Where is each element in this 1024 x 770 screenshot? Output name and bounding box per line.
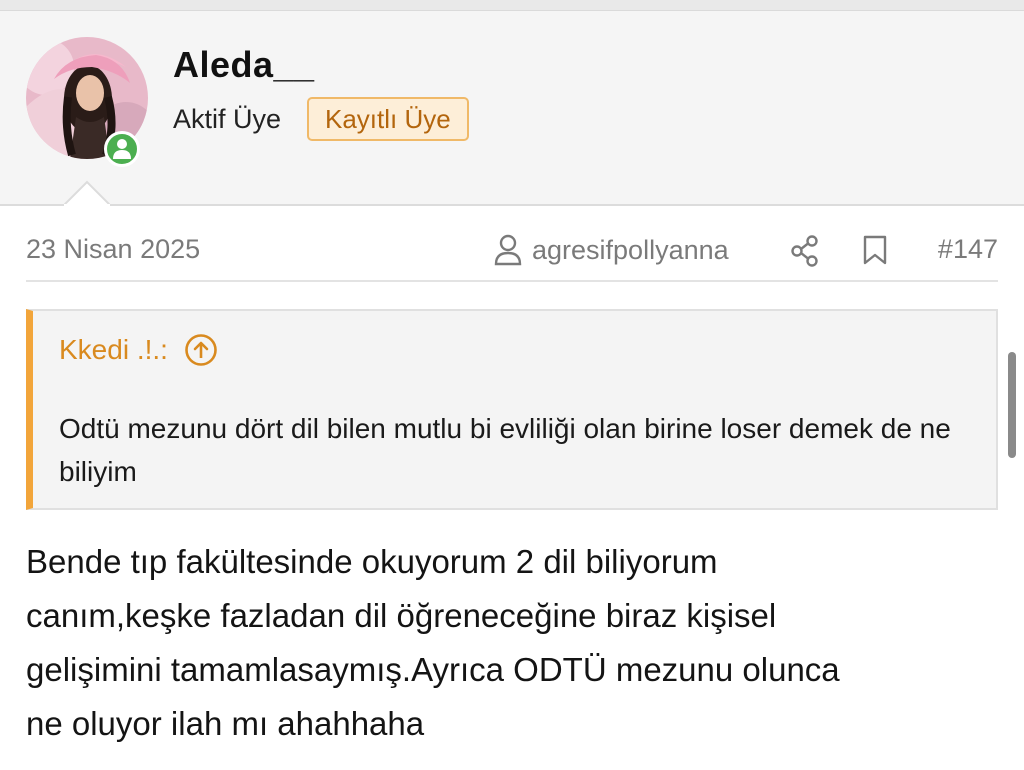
post-meta-row: 23 Nisan 2025 agresifpollyanna #147 bbox=[26, 222, 998, 282]
online-status-badge bbox=[104, 131, 140, 167]
username[interactable]: Aleda__ bbox=[173, 44, 315, 86]
bookmark-icon[interactable] bbox=[862, 234, 888, 266]
arrow-up-circle-icon[interactable] bbox=[184, 333, 218, 367]
quote-block: Kkedi .!.: Odtü mezunu dört dil bilen mu… bbox=[26, 309, 998, 510]
post-body: Bende tıp fakültesinde okuyorum 2 dil bi… bbox=[26, 543, 840, 742]
header-pointer bbox=[64, 180, 110, 206]
post-date[interactable]: 23 Nisan 2025 bbox=[26, 234, 200, 265]
scrollbar[interactable] bbox=[1008, 352, 1016, 458]
quote-author-link[interactable]: Kkedi .!.: bbox=[59, 333, 218, 367]
author-link-label: agresifpollyanna bbox=[532, 234, 729, 265]
user-header: Aleda__ Aktif Üye Kayıtlı Üye bbox=[0, 11, 1024, 206]
quote-author-name: Kkedi .!.: bbox=[59, 334, 168, 365]
user-outline-icon bbox=[494, 234, 522, 266]
share-icon[interactable] bbox=[790, 235, 820, 267]
quote-text: Odtü mezunu dört dil bilen mutlu bi evli… bbox=[59, 413, 951, 487]
post-number[interactable]: #147 bbox=[938, 234, 998, 265]
user-badge: Kayıtlı Üye bbox=[307, 97, 469, 141]
top-strip bbox=[0, 0, 1024, 11]
user-title: Aktif Üye bbox=[173, 104, 282, 134]
author-link[interactable]: agresifpollyanna bbox=[494, 234, 729, 266]
user-icon bbox=[113, 139, 131, 159]
